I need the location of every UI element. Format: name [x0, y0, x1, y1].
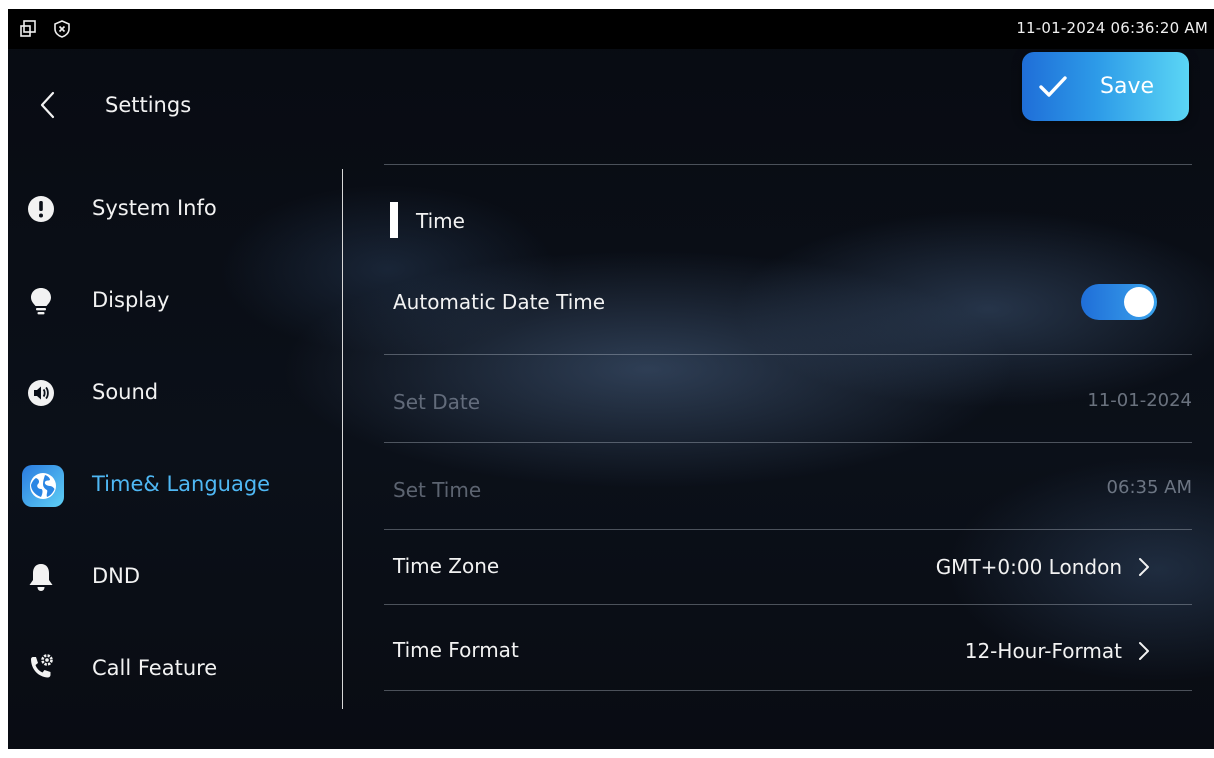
toggle-knob — [1124, 287, 1154, 317]
check-icon — [1039, 76, 1067, 97]
sidebar-item-dnd[interactable]: DND — [8, 547, 338, 607]
time-zone-label: Time Zone — [393, 554, 500, 578]
divider — [384, 529, 1192, 530]
set-date-label: Set Date — [393, 390, 481, 414]
lightbulb-icon — [31, 288, 51, 315]
automatic-date-time-toggle[interactable] — [1081, 284, 1157, 320]
set-time-row[interactable]: Set Time 06:35 AM — [384, 452, 1192, 512]
time-format-value: 12-Hour-Format — [964, 639, 1122, 663]
divider — [384, 604, 1192, 605]
sidebar-item-label: Sound — [92, 380, 159, 404]
sidebar-item-label: Display — [92, 288, 170, 312]
chevron-right-icon — [1139, 558, 1149, 576]
sidebar-divider — [342, 169, 343, 709]
settings-screen: 11-01-2024 06:36:20 AM Settings Save Sys… — [8, 9, 1214, 749]
time-format-row[interactable]: Time Format 12-Hour-Format — [384, 620, 1192, 680]
bell-icon — [29, 564, 53, 591]
back-button[interactable] — [30, 87, 66, 123]
phone-settings-icon — [31, 654, 53, 678]
settings-sidebar: System Info Display Sound Time& Language… — [8, 169, 342, 729]
section-indicator — [390, 202, 398, 238]
time-format-label: Time Format — [393, 638, 519, 662]
set-date-value: 11-01-2024 — [1087, 390, 1192, 411]
sidebar-item-label: Call Feature — [92, 656, 218, 680]
sidebar-item-call-feature[interactable]: Call Feature — [8, 639, 338, 699]
sidebar-item-sound[interactable]: Sound — [8, 363, 338, 423]
speaker-icon — [28, 380, 54, 406]
sidebar-item-label: Time& Language — [92, 472, 271, 496]
set-time-label: Set Time — [393, 478, 482, 502]
info-exclamation-icon — [28, 196, 54, 222]
sidebar-item-label: System Info — [92, 196, 217, 220]
sidebar-item-display[interactable]: Display — [8, 271, 338, 331]
window-restore-icon — [20, 20, 36, 37]
globe-icon — [22, 465, 64, 507]
section-title: Time — [416, 209, 465, 233]
divider — [384, 164, 1192, 165]
time-zone-row[interactable]: Time Zone GMT+0:00 London — [384, 538, 1192, 598]
sidebar-item-label: DND — [92, 564, 141, 588]
automatic-date-time-row: Automatic Date Time — [384, 272, 1192, 332]
sidebar-item-time-language[interactable]: Time& Language — [8, 455, 338, 515]
status-datetime: 11-01-2024 06:36:20 AM — [1016, 19, 1208, 37]
chevron-left-icon — [40, 91, 55, 119]
divider — [384, 354, 1192, 355]
save-button-label: Save — [1100, 74, 1155, 99]
divider — [384, 442, 1192, 443]
chevron-right-icon — [1139, 642, 1149, 660]
shield-x-icon — [54, 20, 70, 38]
divider — [384, 690, 1192, 691]
set-time-value: 06:35 AM — [1106, 477, 1192, 498]
set-date-row[interactable]: Set Date 11-01-2024 — [384, 364, 1192, 424]
time-settings-panel: Time Automatic Date Time Set Date 11-01-… — [384, 164, 1192, 704]
automatic-date-time-label: Automatic Date Time — [393, 290, 606, 314]
page-title: Settings — [105, 93, 192, 117]
sidebar-item-system-info[interactable]: System Info — [8, 179, 338, 239]
time-zone-value: GMT+0:00 London — [935, 555, 1122, 579]
save-button[interactable]: Save — [1022, 52, 1189, 121]
status-bar: 11-01-2024 06:36:20 AM — [8, 9, 1214, 49]
